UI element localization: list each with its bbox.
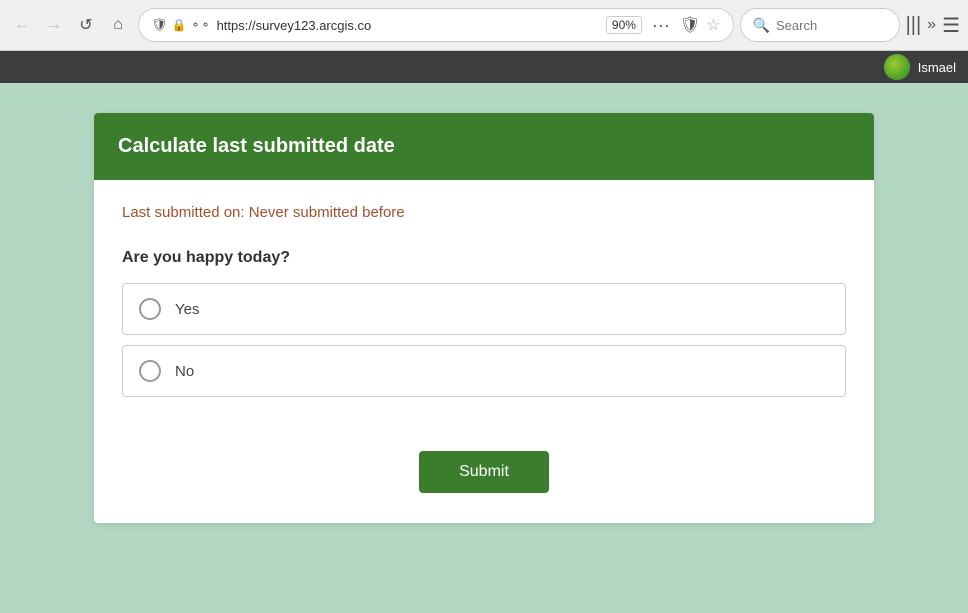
- reload-button[interactable]: ↺: [72, 11, 100, 39]
- browser-chrome: ← → ↺ ⌂ 🛡 🔒 ⚬⚬ https://survey123.arcgis.…: [0, 0, 968, 51]
- forward-button[interactable]: →: [40, 11, 68, 39]
- radio-option-yes[interactable]: Yes: [122, 283, 846, 335]
- question-label: Are you happy today?: [122, 249, 846, 267]
- bookmark-icon[interactable]: ☆: [706, 15, 720, 35]
- submit-area: Submit: [94, 431, 874, 523]
- user-avatar[interactable]: [884, 54, 910, 80]
- more-tools-button[interactable]: »: [927, 16, 936, 34]
- user-name-label: Ismael: [918, 60, 956, 75]
- pocket-icon[interactable]: 🛡: [680, 15, 700, 35]
- tracking-icon: ⚬⚬: [190, 18, 210, 32]
- toolbar-right: ||| » ☰: [906, 13, 960, 38]
- nav-buttons: ← → ↺ ⌂: [8, 11, 132, 39]
- browser-toolbar: ← → ↺ ⌂ 🛡 🔒 ⚬⚬ https://survey123.arcgis.…: [0, 0, 968, 50]
- address-icons: 🛡 🔒 ⚬⚬: [151, 17, 211, 33]
- shield-icon: 🛡: [151, 17, 168, 33]
- last-submitted-text: Last submitted on: Never submitted befor…: [122, 204, 846, 221]
- zoom-badge[interactable]: 90%: [606, 16, 642, 34]
- radio-circle-yes: [139, 298, 161, 320]
- submit-button[interactable]: Submit: [419, 451, 549, 493]
- radio-label-yes: Yes: [175, 301, 199, 318]
- home-button[interactable]: ⌂: [104, 11, 132, 39]
- page-background: Calculate last submitted date Last submi…: [0, 83, 968, 613]
- search-icon: 🔍: [753, 17, 770, 34]
- radio-option-no[interactable]: No: [122, 345, 846, 397]
- radio-circle-no: [139, 360, 161, 382]
- menu-button[interactable]: ☰: [942, 13, 960, 38]
- user-bar: Ismael: [0, 51, 968, 83]
- survey-card: Calculate last submitted date Last submi…: [94, 113, 874, 523]
- more-options-icon[interactable]: ···: [648, 15, 674, 36]
- search-input[interactable]: [776, 18, 876, 33]
- address-text: https://survey123.arcgis.co: [217, 18, 600, 33]
- survey-body: Last submitted on: Never submitted befor…: [94, 180, 874, 431]
- survey-header: Calculate last submitted date: [94, 113, 874, 180]
- lock-icon: 🔒: [172, 18, 187, 32]
- avatar-image: [884, 54, 910, 80]
- back-button[interactable]: ←: [8, 11, 36, 39]
- search-bar[interactable]: 🔍: [740, 8, 900, 42]
- survey-title: Calculate last submitted date: [118, 135, 850, 158]
- address-bar[interactable]: 🛡 🔒 ⚬⚬ https://survey123.arcgis.co 90% ·…: [138, 8, 734, 42]
- radio-label-no: No: [175, 363, 194, 380]
- library-icon[interactable]: |||: [906, 14, 922, 37]
